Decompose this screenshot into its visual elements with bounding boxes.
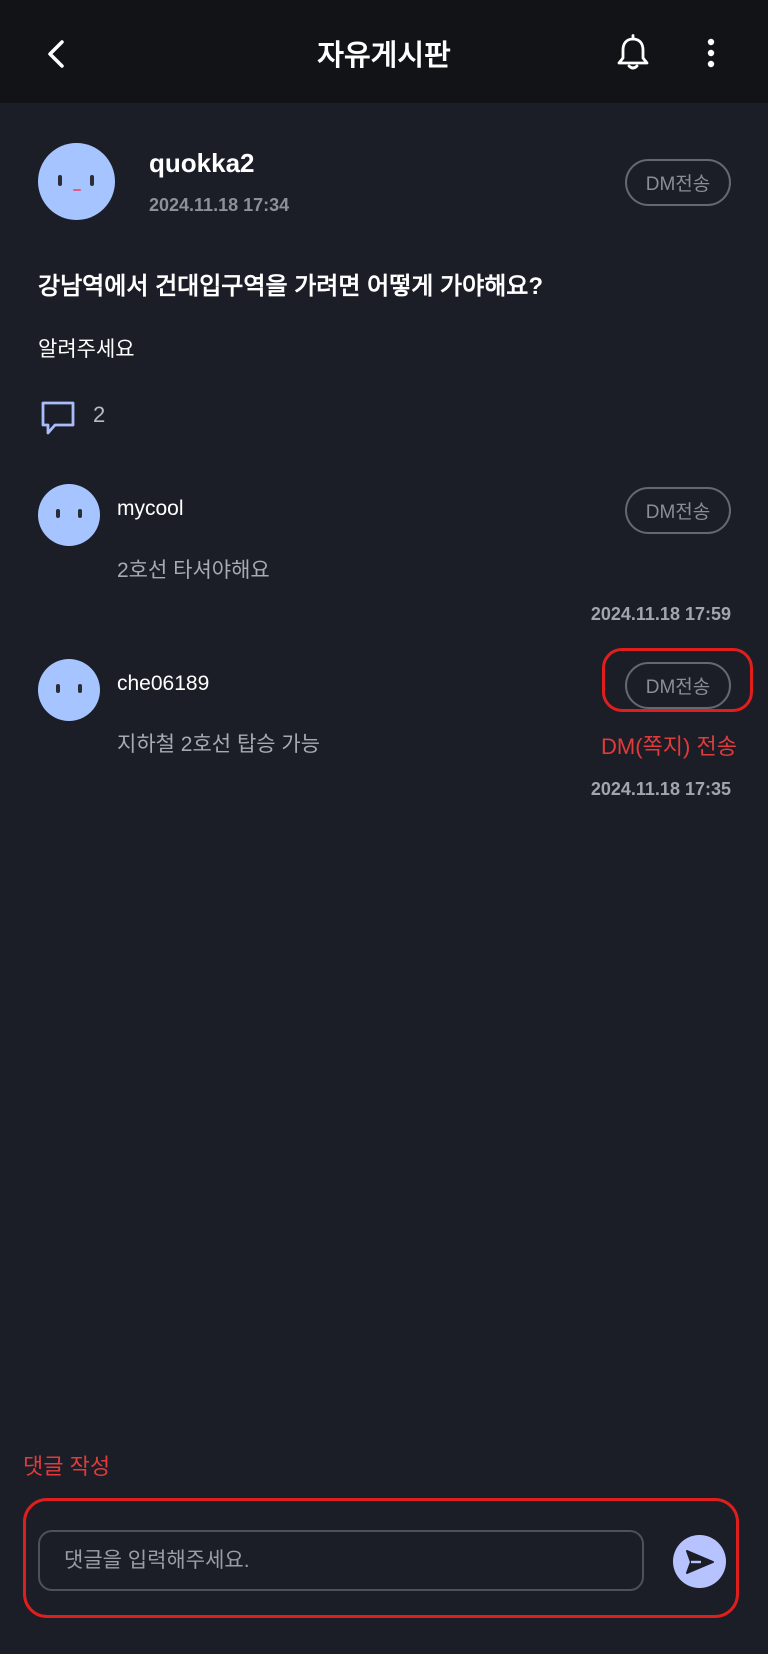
comment-author-name[interactable]: mycool xyxy=(117,497,184,521)
comment-date: 2024.11.18 17:35 xyxy=(590,779,731,799)
more-vertical-icon xyxy=(707,38,715,68)
notification-button[interactable] xyxy=(610,28,656,78)
comment-input[interactable] xyxy=(38,1530,644,1591)
avatar-eye xyxy=(90,175,94,186)
post-body: 알려주세요 xyxy=(38,338,135,361)
bell-icon xyxy=(617,34,649,70)
more-options-button[interactable] xyxy=(696,30,726,76)
comment-date: 2024.11.18 17:59 xyxy=(590,604,731,624)
comment-text: 지하철 2호선 탑승 가능 xyxy=(117,733,321,756)
post-title: 강남역에서 건대입구역을 가려면 어떻게 가야해요? xyxy=(38,273,544,300)
send-icon xyxy=(685,1549,714,1574)
avatar-mouth xyxy=(73,189,81,191)
send-button[interactable] xyxy=(673,1535,726,1588)
post-author-avatar[interactable] xyxy=(38,143,115,220)
post-date: 2024.11.18 17:34 xyxy=(149,195,290,215)
avatar-eye xyxy=(56,684,60,693)
dm-send-annotation: DM(쪽지) 전송 xyxy=(601,734,737,759)
dm-send-highlight xyxy=(602,648,753,712)
comment-count: 2 xyxy=(93,402,106,427)
avatar-eye xyxy=(78,509,82,518)
avatar-eye xyxy=(78,684,82,693)
top-app-bar: 자유게시판 xyxy=(0,0,768,103)
write-comment-annotation: 댓글 작성 xyxy=(23,1454,111,1479)
comment-avatar[interactable] xyxy=(38,659,100,721)
comment-dm-button[interactable]: DM전송 xyxy=(625,487,731,534)
comment-author-name[interactable]: che06189 xyxy=(117,672,209,696)
comment-avatar[interactable] xyxy=(38,484,100,546)
comment-text: 2호선 타셔야해요 xyxy=(117,559,270,582)
avatar-eye xyxy=(58,175,62,186)
post-author-name[interactable]: quokka2 xyxy=(149,148,255,179)
avatar-eye xyxy=(56,509,60,518)
comment-bubble-icon xyxy=(41,401,75,435)
post-dm-button[interactable]: DM전송 xyxy=(625,159,731,206)
